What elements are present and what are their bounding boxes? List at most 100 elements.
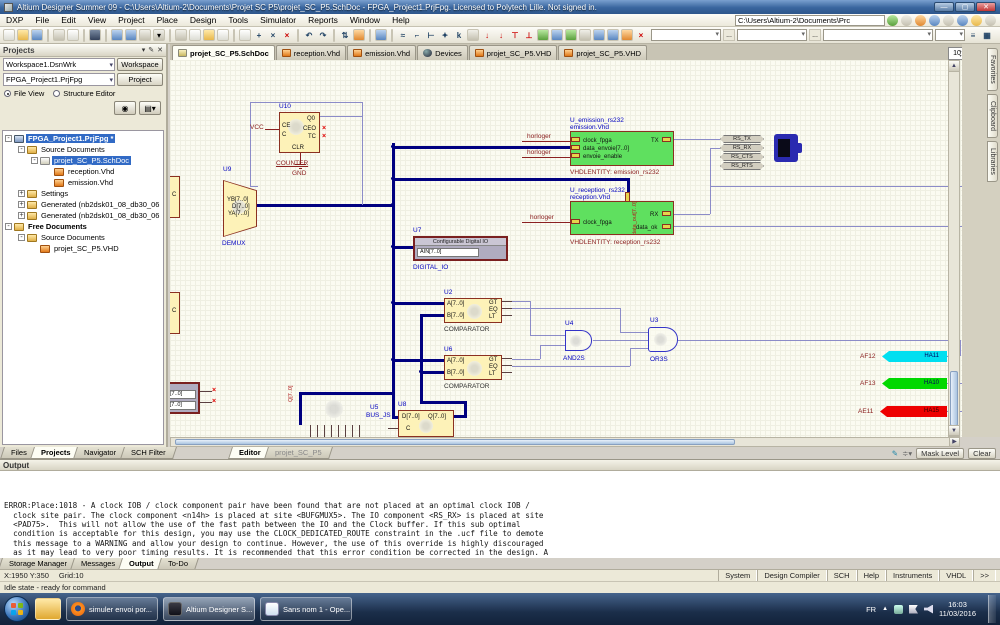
tree-item[interactable]: + Settings — [3, 188, 163, 199]
redo-icon[interactable]: ↷ — [317, 29, 329, 41]
taskbar-app[interactable]: simuler envoi por... — [66, 597, 158, 621]
status-button[interactable]: Instruments — [886, 570, 939, 581]
address-box[interactable]: C:\Users\Altium-2\Documents\Prc — [735, 15, 885, 26]
green-block-icon[interactable] — [537, 29, 549, 41]
horizontal-scrollbar[interactable]: ▶ — [170, 437, 960, 447]
right-panel-tab[interactable]: Clipboard — [987, 94, 998, 138]
forward-icon[interactable] — [901, 15, 912, 26]
workspace-combo[interactable]: Workspace1.DsnWrk — [3, 58, 115, 71]
select-rect-icon[interactable] — [239, 29, 251, 41]
maximize-button[interactable]: ▢ — [955, 2, 975, 12]
document-tab[interactable]: projet_SC_P5.VHD — [469, 45, 558, 60]
menu-item[interactable]: File — [29, 14, 55, 27]
tree-item[interactable]: + Generated (nb2dsk01_08_db30_06 — [3, 199, 163, 210]
menu-item[interactable]: Design — [184, 14, 222, 27]
document-tab[interactable]: projet_SC_P5.VHD — [558, 45, 647, 60]
menu-item[interactable]: Place — [151, 14, 184, 27]
menu-item[interactable]: Window — [344, 14, 386, 27]
right-panel-tab[interactable]: Favorites — [987, 48, 998, 91]
grid-icon[interactable] — [985, 15, 996, 26]
port-icon[interactable] — [607, 29, 619, 41]
tree-item[interactable]: reception.Vhd — [3, 166, 163, 177]
volume-icon[interactable] — [924, 605, 933, 614]
scroll-down-arrow[interactable]: ▼ — [949, 425, 959, 436]
flag-icon[interactable] — [909, 605, 918, 614]
tree-item[interactable]: - projet_SC_P5.SchDoc — [3, 155, 163, 166]
list-icon[interactable]: ≡ — [967, 29, 979, 41]
status-button[interactable]: SCH — [827, 570, 857, 581]
ellipsis-button[interactable]: ... — [723, 29, 735, 41]
tree-item[interactable]: - Free Documents — [3, 221, 163, 232]
taskbar-app[interactable]: Altium Designer S... — [163, 597, 255, 621]
port-af13[interactable]: HA10 — [882, 378, 947, 389]
sep[interactable] — [333, 29, 335, 42]
tree-expander[interactable]: - — [5, 135, 12, 142]
delete-icon[interactable]: × — [635, 29, 647, 41]
bus-entry-icon[interactable]: ⊢ — [425, 29, 437, 41]
panel-menu-icon[interactable]: ▾ — [142, 46, 146, 54]
tree-expander[interactable]: - — [5, 223, 12, 230]
tree-item[interactable]: + Generated (nb2dsk01_08_db30_06 — [3, 210, 163, 221]
bus-icon[interactable]: ⌐ — [411, 29, 423, 41]
open-icon[interactable] — [17, 29, 29, 41]
edit-icon[interactable] — [929, 15, 940, 26]
u4-and-gate[interactable] — [565, 330, 592, 351]
tray-expand-icon[interactable]: ▲ — [882, 606, 888, 612]
menu-item[interactable]: Edit — [55, 14, 82, 27]
undo-icon[interactable]: ↶ — [303, 29, 315, 41]
find-icon[interactable] — [375, 29, 387, 41]
explorer-icon[interactable] — [35, 598, 61, 620]
menu-item[interactable]: Simulator — [254, 14, 302, 27]
zoom-in-icon[interactable] — [139, 29, 151, 41]
project-combo[interactable]: FPGA_Project1.PrjFpg — [3, 73, 115, 86]
sep[interactable] — [233, 29, 235, 42]
tree-expander[interactable]: - — [18, 234, 25, 241]
vertical-scrollbar[interactable]: ▲ ▼ — [948, 60, 960, 437]
tree-expander[interactable]: - — [31, 157, 38, 164]
pin-icon[interactable] — [971, 15, 982, 26]
show-desktop-button[interactable] — [988, 595, 996, 623]
port-rs-rts[interactable]: RS_RTS — [720, 162, 764, 170]
panel-close-icon[interactable]: ✕ — [157, 46, 163, 54]
sep[interactable] — [297, 29, 299, 42]
tree-item[interactable]: - Source Documents — [3, 144, 163, 155]
tree-item[interactable]: projet_SC_P5.VHD — [3, 243, 163, 254]
up-icon[interactable] — [915, 15, 926, 26]
sep[interactable] — [391, 29, 393, 42]
cyan-block-icon[interactable] — [565, 29, 577, 41]
part-icon[interactable]: ✦ — [439, 29, 451, 41]
status-button[interactable]: Help — [857, 570, 886, 581]
filter-icon[interactable]: ≑▾ — [902, 449, 912, 458]
arrow-down-icon[interactable]: ↓ — [481, 29, 493, 41]
menu-item[interactable]: Reports — [302, 14, 344, 27]
annotate-icon[interactable]: ✎ — [892, 449, 898, 458]
port-ae11[interactable]: HA15 — [880, 406, 947, 417]
port-rs-rx[interactable]: RS_RX — [720, 144, 764, 152]
clear-button[interactable]: Clear — [968, 448, 996, 459]
port-rs-tx[interactable]: RS_TX — [720, 135, 764, 143]
zoom-out-icon[interactable]: ▾ — [153, 29, 165, 41]
tree-item[interactable]: - FPGA_Project1.PrjFpg * — [3, 133, 163, 144]
zoom-fit-icon[interactable] — [125, 29, 137, 41]
reception-block[interactable] — [570, 201, 674, 235]
menu-item[interactable]: View — [82, 14, 112, 27]
sort-icon[interactable]: ⇅ — [339, 29, 351, 41]
clear-filter-icon[interactable]: × — [281, 29, 293, 41]
tree-expander[interactable]: + — [18, 201, 25, 208]
back-icon[interactable] — [887, 15, 898, 26]
wire-icon[interactable]: ≈ — [397, 29, 409, 41]
document-tab[interactable]: emission.Vhd — [347, 45, 416, 60]
print-preview-icon[interactable] — [67, 29, 79, 41]
clipped-digital-io[interactable]: 2N[7..0] A2[7..0] — [170, 382, 200, 414]
gnd-icon[interactable]: ⊥ — [523, 29, 535, 41]
sep[interactable] — [169, 29, 171, 42]
tree-expander[interactable]: - — [18, 146, 25, 153]
arrow-down2-icon[interactable]: ↓ — [495, 29, 507, 41]
menu-item[interactable]: Project — [112, 14, 150, 27]
status-button[interactable]: System — [718, 570, 757, 581]
probe-icon[interactable] — [621, 29, 633, 41]
start-button[interactable] — [4, 596, 30, 622]
scroll-right-arrow[interactable]: ▶ — [949, 438, 959, 446]
ellipsis-button[interactable]: ... — [809, 29, 821, 41]
document-tab[interactable]: projet_SC_P5.SchDoc — [172, 45, 275, 60]
